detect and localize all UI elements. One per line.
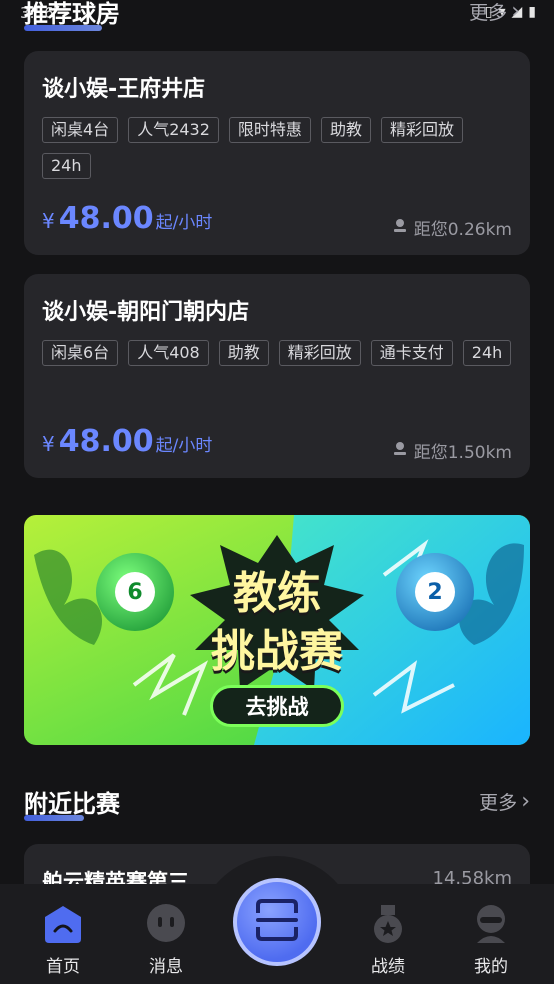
venue-tag: 人气2432 [128, 117, 219, 143]
location-pin-icon [392, 440, 408, 461]
scan-button[interactable] [233, 878, 321, 966]
venue-name: 谈小娱-朝阳门朝内店 [42, 300, 250, 325]
medal-icon [366, 902, 410, 946]
recommend-title: 推荐球房 [24, 0, 120, 31]
chevron-right-icon: › [511, 0, 520, 24]
venue-card[interactable]: 谈小娱-朝阳门朝内店 闲桌6台 人气408 助教 精彩回放 通卡支付 24h ¥… [24, 274, 530, 478]
location-pin-icon [392, 217, 408, 238]
tab-profile[interactable]: 我的 [451, 902, 531, 977]
nearby-title: 附近比赛 [24, 784, 120, 821]
venue-tag: 精彩回放 [278, 340, 361, 366]
coach-challenge-banner[interactable]: 6 2 教练 挑战赛 去挑战 [24, 515, 530, 745]
venue-tag: 助教 [320, 117, 371, 143]
recommend-header: 推荐球房 更多 › [24, 0, 530, 31]
venue-price: ¥ 48.00 起/小时 [42, 424, 213, 459]
scan-icon [254, 897, 300, 947]
venue-tags: 闲桌6台 人气408 助教 精彩回放 通卡支付 24h [42, 340, 512, 366]
venue-tag: 助教 [218, 340, 269, 366]
nearby-header: 附近比赛 更多 › [24, 784, 530, 821]
venue-tag: 人气408 [128, 340, 209, 366]
venue-tag: 通卡支付 [370, 340, 453, 366]
venue-tag: 闲桌6台 [42, 340, 119, 366]
recommend-more-link[interactable]: 更多 › [469, 0, 520, 25]
venue-name: 谈小娱-王府井店 [42, 77, 206, 102]
venue-tag: 精彩回放 [380, 117, 463, 143]
venue-tag: 闲桌4台 [42, 117, 119, 143]
banner-title-line1: 教练 [233, 568, 321, 619]
profile-icon [469, 902, 513, 946]
home-icon [41, 902, 85, 946]
venue-distance: 距您1.50km [392, 438, 512, 463]
tab-records[interactable]: 战绩 [348, 902, 428, 977]
nearby-more-link[interactable]: 更多 › [479, 788, 530, 815]
venue-distance: 距您0.26km [392, 215, 512, 240]
venue-price: ¥ 48.00 起/小时 [42, 201, 213, 236]
venue-tag: 24h [42, 153, 91, 179]
venue-tag: 24h [462, 340, 512, 366]
tab-messages[interactable]: 消息 [126, 902, 206, 977]
venue-card[interactable]: 谈小娱-王府井店 闲桌4台 人气2432 限时特惠 助教 精彩回放 24h ¥ … [24, 51, 530, 255]
chevron-right-icon: › [521, 789, 530, 814]
venue-tags: 闲桌4台 人气2432 限时特惠 助教 精彩回放 24h [42, 117, 512, 179]
go-challenge-button[interactable]: 去挑战 [210, 685, 344, 727]
banner-title-line2: 挑战赛 [211, 626, 343, 677]
message-icon [144, 902, 188, 946]
tab-home[interactable]: 首页 [23, 902, 103, 977]
venue-tag: 限时特惠 [228, 117, 311, 143]
